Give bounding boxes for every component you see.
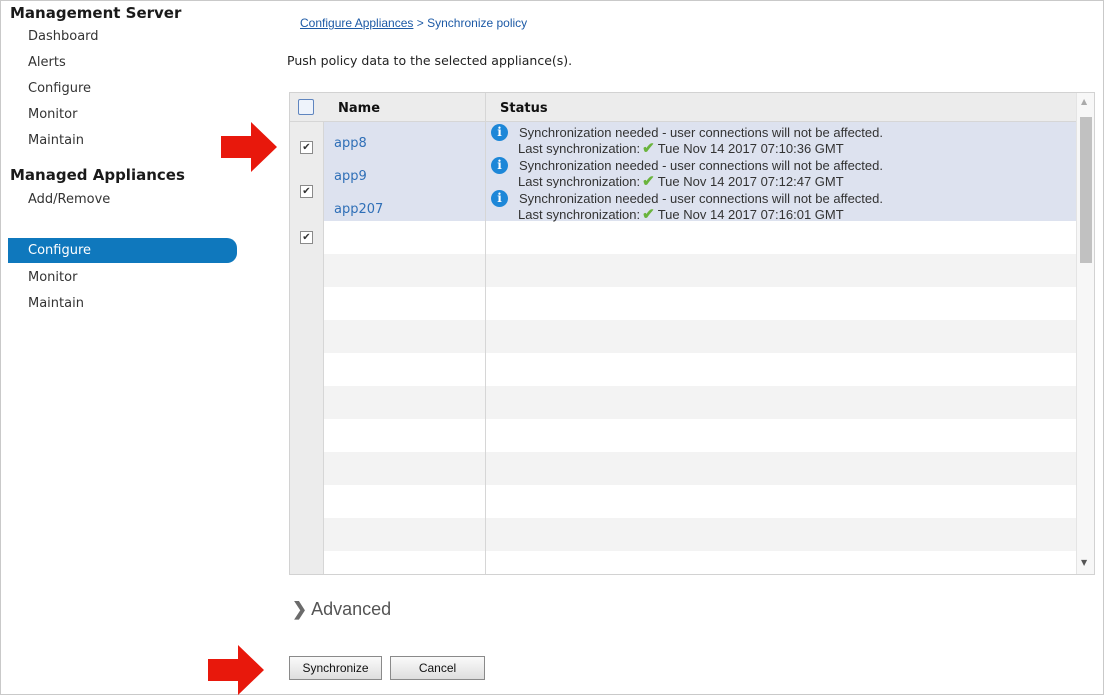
empty-row xyxy=(324,254,1076,287)
breadcrumb: Configure Appliances > Synchronize polic… xyxy=(300,16,527,30)
status-message: Synchronization needed - user connection… xyxy=(519,125,883,140)
table-row[interactable]: app207 i Synchronization needed - user c… xyxy=(324,188,1076,223)
last-sync-label: Last synchronization: xyxy=(518,141,641,156)
sidebar: Management Server Dashboard Alerts Confi… xyxy=(0,0,245,695)
last-sync-time: Tue Nov 14 2017 07:16:01 GMT xyxy=(657,207,844,222)
info-icon: i xyxy=(491,157,508,174)
status-message: Synchronization needed - user connection… xyxy=(519,158,883,173)
empty-row xyxy=(324,353,1076,386)
sidebar-item-monitor-appliances[interactable]: Monitor xyxy=(28,270,77,285)
red-arrow-icon xyxy=(221,122,277,172)
advanced-toggle[interactable]: ❯ Advanced xyxy=(292,599,391,620)
sidebar-item-maintain-appliances[interactable]: Maintain xyxy=(28,296,84,311)
scrollbar-thumb[interactable] xyxy=(1080,117,1092,263)
table-row[interactable]: app9 i Synchronization needed - user con… xyxy=(324,155,1076,190)
row-checkbox-app207[interactable]: ✔ xyxy=(300,231,313,244)
vertical-scrollbar[interactable]: ▲ ▼ xyxy=(1076,93,1094,574)
last-sync-time: Tue Nov 14 2017 07:12:47 GMT xyxy=(657,174,844,189)
chevron-down-icon: ❯ xyxy=(292,599,308,619)
sidebar-item-monitor[interactable]: Monitor xyxy=(28,107,77,122)
sidebar-item-add-remove[interactable]: Add/Remove xyxy=(28,192,110,207)
breadcrumb-current: Synchronize policy xyxy=(427,16,528,30)
empty-row xyxy=(324,452,1076,485)
table-header: Name Status xyxy=(290,93,1076,122)
empty-row xyxy=(324,419,1076,452)
scroll-up-icon[interactable]: ▲ xyxy=(1081,97,1087,106)
column-divider xyxy=(485,93,486,574)
row-checkbox-app8[interactable]: ✔ xyxy=(300,141,313,154)
section-title-managed-appliances: Managed Appliances xyxy=(10,166,185,184)
advanced-label: Advanced xyxy=(311,599,392,619)
last-sync-time: Tue Nov 14 2017 07:10:36 GMT xyxy=(657,141,844,156)
last-sync-label: Last synchronization: xyxy=(518,207,641,222)
sidebar-item-dashboard[interactable]: Dashboard xyxy=(28,29,99,44)
appliance-name[interactable]: app207 xyxy=(334,202,383,217)
empty-row xyxy=(324,320,1076,353)
red-arrow-icon xyxy=(208,645,264,695)
appliance-name[interactable]: app8 xyxy=(334,136,367,151)
empty-row xyxy=(324,221,1076,254)
breadcrumb-separator: > xyxy=(416,16,424,30)
table-row[interactable]: app8 i Synchronization needed - user con… xyxy=(324,122,1076,157)
empty-row xyxy=(324,551,1076,574)
column-header-status[interactable]: Status xyxy=(500,101,548,116)
sidebar-item-maintain[interactable]: Maintain xyxy=(28,133,84,148)
info-icon: i xyxy=(491,190,508,207)
row-checkbox-app9[interactable]: ✔ xyxy=(300,185,313,198)
synchronize-button[interactable]: Synchronize xyxy=(289,656,382,680)
cancel-button[interactable]: Cancel xyxy=(390,656,485,680)
column-header-name[interactable]: Name xyxy=(338,101,380,116)
section-title-management-server: Management Server xyxy=(10,4,182,22)
page-description: Push policy data to the selected applian… xyxy=(287,53,573,68)
empty-row xyxy=(324,518,1076,551)
empty-row xyxy=(324,386,1076,419)
info-icon: i xyxy=(491,124,508,141)
status-message: Synchronization needed - user connection… xyxy=(519,191,883,206)
appliance-table: Name Status app8 i Synchronization neede… xyxy=(289,92,1095,575)
appliance-name[interactable]: app9 xyxy=(334,169,367,184)
empty-row xyxy=(324,485,1076,518)
empty-row xyxy=(324,287,1076,320)
last-sync-label: Last synchronization: xyxy=(518,174,641,189)
scroll-down-icon[interactable]: ▼ xyxy=(1081,558,1087,567)
checkbox-column xyxy=(290,93,324,574)
select-all-checkbox[interactable] xyxy=(298,99,314,115)
sidebar-item-configure[interactable]: Configure xyxy=(28,81,91,96)
sidebar-item-alerts[interactable]: Alerts xyxy=(28,55,66,70)
breadcrumb-link-configure-appliances[interactable]: Configure Appliances xyxy=(300,16,413,30)
sidebar-item-configure-appliances[interactable]: Configure xyxy=(8,238,237,263)
